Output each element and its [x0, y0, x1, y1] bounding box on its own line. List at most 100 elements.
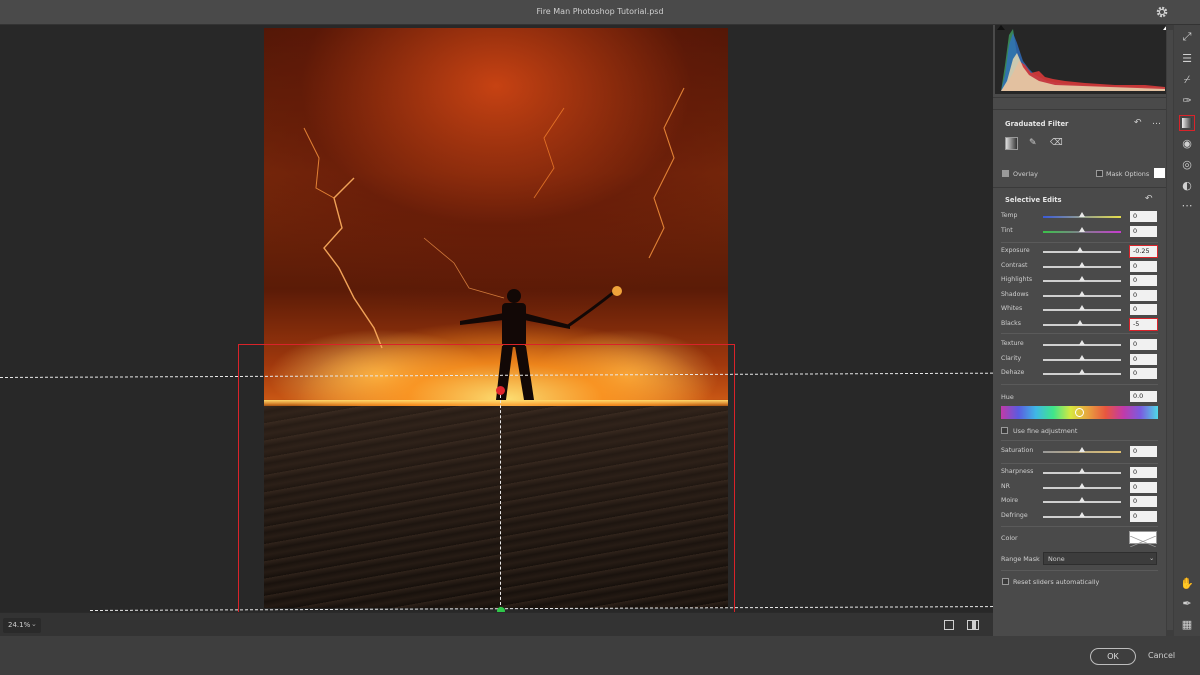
slider-clarity[interactable]: Clarity 0 — [993, 353, 1166, 367]
overlay-label: Overlay — [1013, 170, 1038, 178]
saturation-thumb[interactable] — [1079, 447, 1085, 452]
edit-panel: Graduated Filter ↶ … ✎ ⌫ Overlay Mask Op… — [993, 25, 1166, 636]
nr-thumb[interactable] — [1079, 482, 1085, 488]
slider-blacks[interactable]: Blacks -5 — [993, 317, 1166, 332]
sharpness-thumb[interactable] — [1079, 468, 1085, 473]
slider-highlights[interactable]: Highlights 0 — [993, 274, 1166, 288]
ok-button[interactable]: OK — [1090, 648, 1136, 665]
more-tools-icon[interactable]: ⋯ — [1180, 199, 1194, 213]
hand-icon[interactable]: ✋ — [1180, 577, 1194, 591]
eraser-icon[interactable]: ⌫ — [1050, 139, 1063, 148]
gear-icon[interactable] — [1156, 6, 1168, 18]
hue-value[interactable]: 0.0 — [1130, 391, 1157, 402]
tint-thumb[interactable] — [1079, 226, 1085, 232]
crop-icon[interactable]: ⌿ — [1180, 73, 1194, 87]
defringe-value[interactable]: 0 — [1130, 510, 1157, 522]
range-mask-select[interactable]: None ⌄ — [1043, 552, 1157, 565]
reset-icon[interactable]: ↶ — [1145, 195, 1153, 204]
zoom-dropdown[interactable]: 24.1% ⌄ — [3, 618, 41, 633]
grid-icon[interactable]: ▦ — [1180, 618, 1194, 632]
radial-filter-icon[interactable]: ◉ — [1180, 137, 1194, 151]
slider-tint[interactable]: Tint 0 — [993, 225, 1166, 239]
color-swatch[interactable] — [1129, 531, 1157, 548]
red-eye-icon[interactable]: ◎ — [1180, 158, 1194, 172]
presets-icon[interactable]: ◐ — [1180, 179, 1194, 193]
healing-brush-icon[interactable]: ✑ — [1180, 94, 1194, 108]
slider-saturation[interactable]: Saturation 0 — [993, 445, 1166, 459]
cancel-button[interactable]: Cancel — [1148, 651, 1175, 660]
expand-icon[interactable]: ⤢ — [1180, 30, 1194, 44]
dehaze-value[interactable]: 0 — [1130, 368, 1157, 379]
texture-label: Texture — [1001, 340, 1024, 347]
temp-value[interactable]: 0 — [1130, 211, 1157, 222]
edit-sliders-icon[interactable]: ☰ — [1180, 52, 1194, 66]
filter-start-pin[interactable] — [496, 386, 505, 395]
blacks-thumb[interactable] — [1077, 319, 1084, 325]
exposure-value[interactable]: -0.25 — [1129, 245, 1158, 258]
dehaze-thumb[interactable] — [1079, 369, 1085, 374]
slider-defringe[interactable]: Defringe 0 — [993, 510, 1166, 524]
chevron-down-icon: ⌄ — [31, 620, 37, 628]
nr-label: NR — [1001, 482, 1010, 490]
slider-contrast[interactable]: Contrast 0 — [993, 260, 1166, 274]
fine-adjustment-checkbox[interactable] — [1001, 427, 1008, 434]
separator — [1001, 440, 1158, 441]
whites-value[interactable]: 0 — [1130, 304, 1157, 315]
exposure-label: Exposure — [1001, 247, 1030, 254]
single-view-icon[interactable] — [944, 620, 954, 630]
defringe-label: Defringe — [1001, 511, 1028, 519]
undo-icon[interactable]: ↶ — [1134, 119, 1142, 128]
hue-handle[interactable] — [1075, 408, 1084, 417]
brush-icon[interactable]: ✎ — [1029, 139, 1037, 148]
reset-sliders-checkbox[interactable] — [1002, 578, 1009, 585]
shadows-value[interactable]: 0 — [1130, 289, 1157, 301]
slider-texture[interactable]: Texture 0 — [993, 338, 1166, 352]
separator — [1001, 526, 1158, 527]
more-options-icon[interactable]: … — [1152, 118, 1161, 127]
contrast-thumb[interactable] — [1079, 261, 1085, 267]
blacks-value[interactable]: -5 — [1129, 317, 1158, 331]
nr-value[interactable]: 0 — [1130, 481, 1157, 493]
new-gradient-tool-icon[interactable] — [1005, 137, 1018, 150]
saturation-value[interactable]: 0 — [1130, 446, 1157, 457]
sharpness-value[interactable]: 0 — [1130, 467, 1157, 478]
highlights-value[interactable]: 0 — [1130, 275, 1157, 286]
moire-value[interactable]: 0 — [1130, 496, 1157, 507]
whites-thumb[interactable] — [1079, 305, 1085, 310]
separator — [1001, 570, 1158, 571]
slider-moire[interactable]: Moire 0 — [993, 495, 1166, 509]
selective-edits-title: Selective Edits — [1005, 196, 1062, 204]
moire-thumb[interactable] — [1079, 497, 1085, 502]
contrast-value[interactable]: 0 — [1130, 260, 1157, 272]
overlay-checkbox[interactable] — [1002, 170, 1009, 177]
slider-shadows[interactable]: Shadows 0 — [993, 289, 1166, 303]
mask-color-swatch[interactable] — [1154, 168, 1165, 178]
slider-dehaze[interactable]: Dehaze 0 — [993, 367, 1166, 381]
graduated-filter-icon[interactable] — [1179, 115, 1195, 131]
texture-value[interactable]: 0 — [1130, 339, 1157, 350]
color-sampler-icon[interactable]: ✒ — [1180, 597, 1194, 611]
scrollbar-thumb[interactable] — [1167, 30, 1173, 630]
slider-nr[interactable]: NR 0 — [993, 481, 1166, 495]
highlights-thumb[interactable] — [1079, 276, 1085, 281]
temp-thumb[interactable] — [1079, 212, 1085, 217]
slider-exposure[interactable]: Exposure -0.25 — [993, 245, 1166, 259]
shadows-thumb[interactable] — [1079, 290, 1085, 296]
before-after-view-icon[interactable] — [967, 620, 979, 630]
slider-temp[interactable]: Temp 0 — [993, 210, 1166, 224]
clarity-value[interactable]: 0 — [1130, 353, 1157, 365]
exposure-thumb[interactable] — [1076, 247, 1083, 252]
camera-raw-window: Fire Man Photoshop Tutorial.psd 24.1% ⌄ … — [0, 0, 1200, 675]
mask-options-checkbox[interactable] — [1096, 170, 1103, 177]
clarity-thumb[interactable] — [1079, 354, 1085, 360]
filter-center-guide[interactable] — [500, 390, 501, 610]
tool-strip: ⤢ ☰ ⌿ ✑ ◉ ◎ ◐ ⋯ ✋ ✒ ▦ — [1174, 25, 1200, 636]
defringe-thumb[interactable] — [1079, 511, 1085, 517]
separator — [1001, 333, 1158, 334]
slider-sharpness[interactable]: Sharpness 0 — [993, 466, 1166, 480]
image-canvas[interactable] — [0, 25, 993, 612]
tint-value[interactable]: 0 — [1130, 225, 1157, 237]
slider-whites[interactable]: Whites 0 — [993, 303, 1166, 317]
contrast-label: Contrast — [1001, 261, 1028, 269]
texture-thumb[interactable] — [1079, 340, 1085, 345]
